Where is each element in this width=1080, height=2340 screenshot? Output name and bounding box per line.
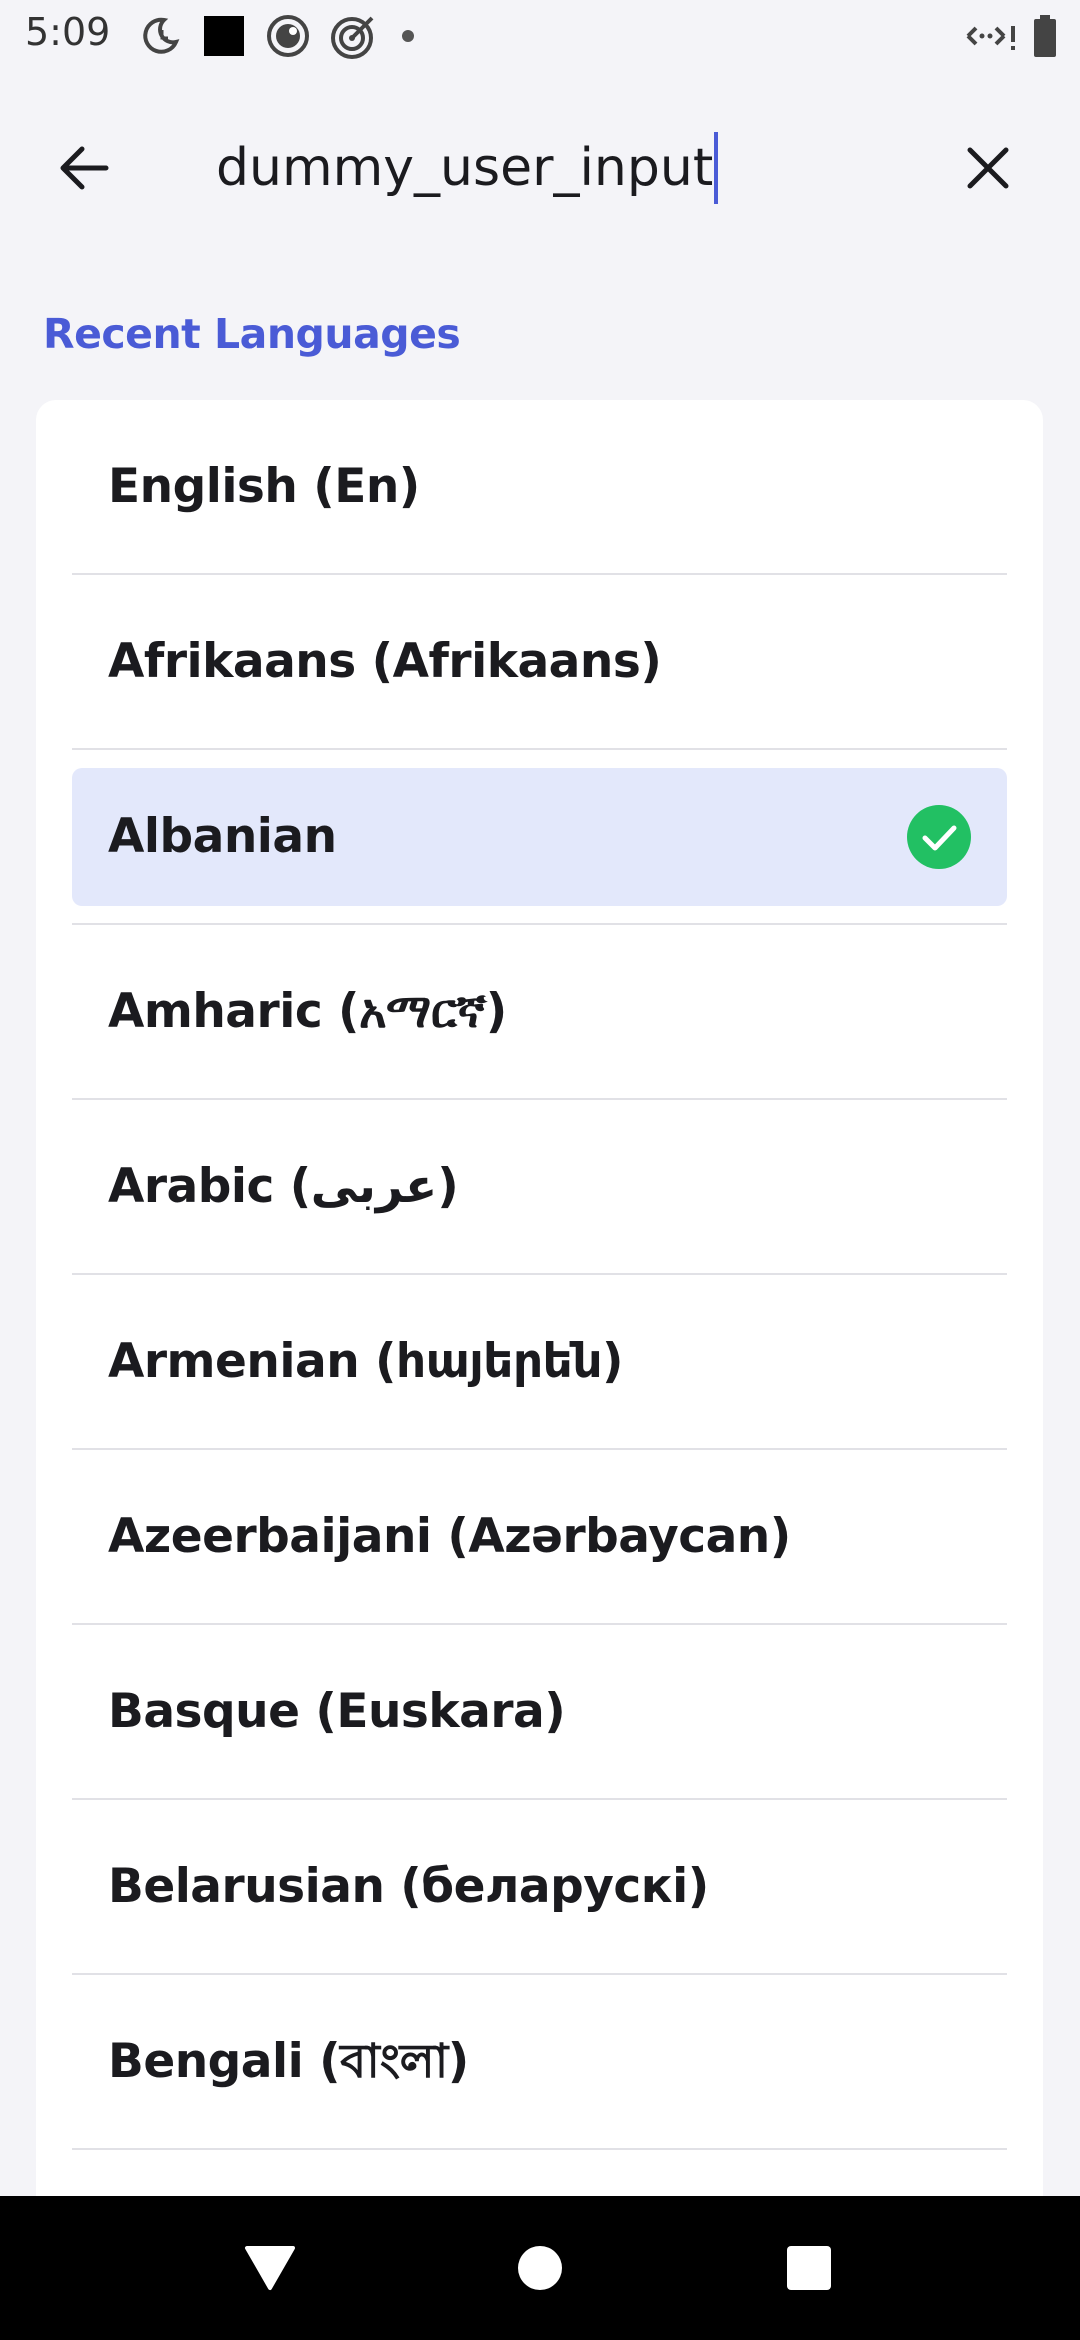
- language-label: Albanian: [108, 809, 337, 864]
- moon-clock-icon: [143, 17, 180, 54]
- language-label: Afrikaans (Afrikaans): [108, 634, 662, 689]
- search-input-value: dummy_user_input: [216, 138, 714, 198]
- language-label: Bengali (বাংলা): [108, 2034, 469, 2089]
- status-bar: 5:09: [0, 0, 1080, 72]
- search-toolbar: dummy_user_input: [0, 72, 1080, 262]
- dot-icon: [402, 30, 414, 42]
- language-item-english[interactable]: English (En): [72, 400, 1007, 575]
- close-icon: [967, 147, 1009, 189]
- battery-icon: [1034, 15, 1056, 57]
- language-label: Armenian (հայերեն): [108, 1334, 624, 1389]
- status-icons-right: [964, 12, 1058, 60]
- search-input[interactable]: dummy_user_input: [216, 128, 936, 208]
- status-icons-left: [138, 12, 418, 60]
- home-circle-icon: [518, 2246, 562, 2290]
- language-item-armenian[interactable]: Armenian (հայերեն): [72, 1275, 1007, 1450]
- back-triangle-icon: [245, 2246, 295, 2290]
- data-arrows-icon: [966, 26, 1015, 50]
- language-item-arabic[interactable]: Arabic (عربى): [72, 1100, 1007, 1275]
- language-label: Arabic (عربى): [108, 1159, 459, 1214]
- language-list-card: English (En) Afrikaans (Afrikaans) Alban…: [36, 400, 1043, 2340]
- black-square-icon: [204, 16, 244, 56]
- language-label: Azeerbaijani (Azərbaycan): [108, 1509, 791, 1564]
- language-label: Amharic (አማርኛ): [108, 984, 507, 1039]
- language-label: Basque (Euskara): [108, 1684, 566, 1739]
- language-item-basque[interactable]: Basque (Euskara): [72, 1625, 1007, 1800]
- circle-dot-icon: [267, 15, 309, 57]
- target-icon: [331, 16, 374, 59]
- section-title: Recent Languages: [43, 310, 461, 358]
- clear-search-button[interactable]: [948, 128, 1028, 208]
- text-caret: [714, 132, 719, 204]
- language-item-amharic[interactable]: Amharic (አማርኛ): [72, 925, 1007, 1100]
- language-item-afrikaans[interactable]: Afrikaans (Afrikaans): [72, 575, 1007, 750]
- language-item-bengali[interactable]: Bengali (বাংলা): [72, 1975, 1007, 2150]
- status-time: 5:09: [25, 10, 111, 54]
- nav-recents-button[interactable]: [773, 2232, 845, 2304]
- nav-back-button[interactable]: [234, 2232, 306, 2304]
- nav-home-button[interactable]: [504, 2232, 576, 2304]
- check-circle-icon: [907, 805, 971, 869]
- language-label: English (En): [108, 459, 420, 514]
- language-item-belarusian[interactable]: Belarusian (беларускі): [72, 1800, 1007, 1975]
- language-list: English (En) Afrikaans (Afrikaans) Alban…: [72, 400, 1007, 2150]
- system-navigation-bar: [0, 2196, 1080, 2340]
- language-item-azeerbaijani[interactable]: Azeerbaijani (Azərbaycan): [72, 1450, 1007, 1625]
- recents-square-icon: [787, 2246, 831, 2290]
- language-label: Belarusian (беларускі): [108, 1859, 709, 1914]
- back-button[interactable]: [44, 128, 124, 208]
- language-item-albanian[interactable]: Albanian: [72, 750, 1007, 925]
- arrow-left-icon: [60, 146, 109, 190]
